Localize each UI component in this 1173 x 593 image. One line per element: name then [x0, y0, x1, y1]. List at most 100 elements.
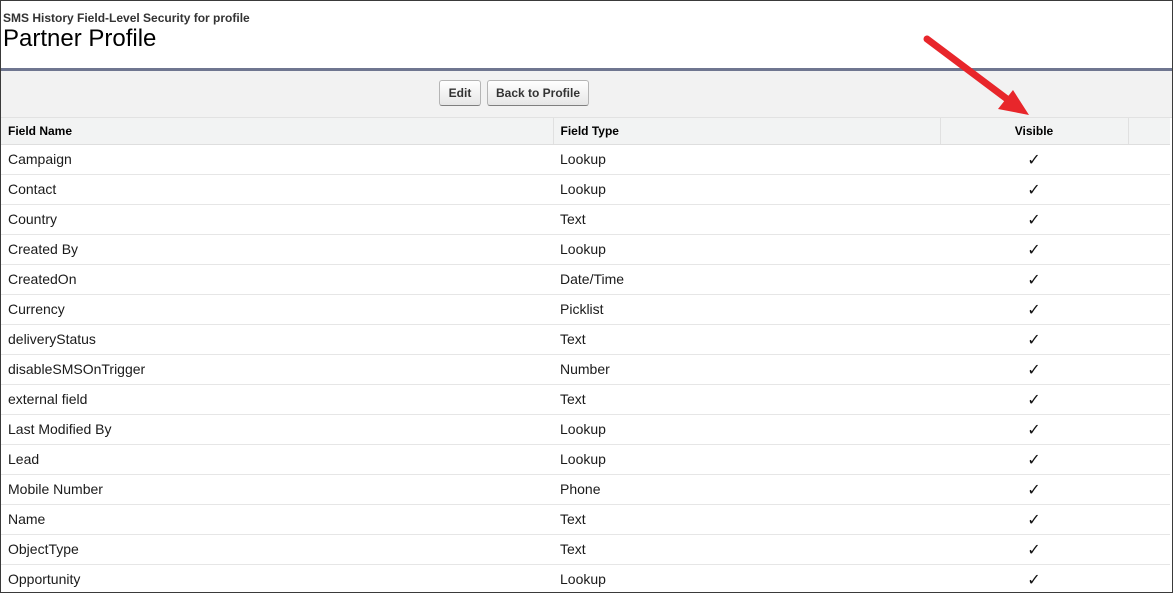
field-type-cell: Text: [553, 204, 940, 235]
field-type-cell: Text: [553, 504, 940, 535]
table-row: Last Modified By Lookup ✓: [1, 414, 1170, 445]
column-header-field-name: Field Name: [1, 118, 554, 145]
page-title: Partner Profile: [3, 25, 157, 52]
table-row: Name Text ✓: [1, 504, 1170, 535]
table-row: ObjectType Text ✓: [1, 534, 1170, 565]
page-header: SMS History Field-Level Security for pro…: [1, 1, 1172, 71]
table-row: disableSMSOnTrigger Number ✓: [1, 354, 1170, 385]
field-name-cell: CreatedOn: [1, 264, 553, 295]
visible-cell: ✓: [940, 444, 1128, 475]
checkmark-icon: ✓: [1027, 299, 1041, 319]
field-name-cell: Country: [1, 204, 553, 235]
field-type-cell: Lookup: [553, 414, 940, 445]
page-subtitle: SMS History Field-Level Security for pro…: [3, 11, 250, 25]
spacer-cell: [1128, 324, 1170, 355]
visible-cell: ✓: [940, 324, 1128, 355]
checkmark-icon: ✓: [1027, 539, 1041, 559]
table-row: Campaign Lookup ✓: [1, 144, 1170, 175]
table-row: CreatedOn Date/Time ✓: [1, 264, 1170, 295]
checkmark-icon: ✓: [1027, 149, 1041, 169]
spacer-cell: [1128, 534, 1170, 565]
field-name-cell: Currency: [1, 294, 553, 325]
checkmark-icon: ✓: [1027, 209, 1041, 229]
field-type-cell: Lookup: [553, 234, 940, 265]
visible-cell: ✓: [940, 384, 1128, 415]
field-name-cell: Created By: [1, 234, 553, 265]
field-type-cell: Text: [553, 324, 940, 355]
field-type-cell: Lookup: [553, 174, 940, 205]
field-type-cell: Picklist: [553, 294, 940, 325]
column-header-visible: Visible: [940, 118, 1129, 145]
spacer-cell: [1128, 294, 1170, 325]
checkmark-icon: ✓: [1027, 359, 1041, 379]
checkmark-icon: ✓: [1027, 269, 1041, 289]
visible-cell: ✓: [940, 234, 1128, 265]
spacer-cell: [1128, 354, 1170, 385]
visible-cell: ✓: [940, 414, 1128, 445]
visible-cell: ✓: [940, 534, 1128, 565]
spacer-cell: [1128, 384, 1170, 415]
field-name-cell: external field: [1, 384, 553, 415]
spacer-cell: [1128, 564, 1170, 592]
field-name-cell: Contact: [1, 174, 553, 205]
checkmark-icon: ✓: [1027, 239, 1041, 259]
column-header-field-type: Field Type: [553, 118, 941, 145]
field-name-cell: Mobile Number: [1, 474, 553, 505]
field-type-cell: Date/Time: [553, 264, 940, 295]
field-type-cell: Text: [553, 534, 940, 565]
visible-cell: ✓: [940, 294, 1128, 325]
table-row: Contact Lookup ✓: [1, 174, 1170, 205]
field-security-table: Field Name Field Type Visible Campaign Lo…: [1, 118, 1170, 592]
visible-cell: ✓: [940, 564, 1128, 592]
visible-cell: ✓: [940, 204, 1128, 235]
field-name-cell: Last Modified By: [1, 414, 553, 445]
page-frame: SMS History Field-Level Security for pro…: [0, 0, 1173, 593]
field-type-cell: Lookup: [553, 564, 940, 592]
table-row: Currency Picklist ✓: [1, 294, 1170, 325]
visible-cell: ✓: [940, 264, 1128, 295]
field-name-cell: deliveryStatus: [1, 324, 553, 355]
spacer-cell: [1128, 264, 1170, 295]
field-name-cell: Lead: [1, 444, 553, 475]
edit-button[interactable]: Edit: [439, 80, 481, 106]
table-row: Mobile Number Phone ✓: [1, 474, 1170, 505]
table-row: Country Text ✓: [1, 204, 1170, 235]
visible-cell: ✓: [940, 144, 1128, 175]
spacer-cell: [1128, 144, 1170, 175]
spacer-cell: [1128, 234, 1170, 265]
checkmark-icon: ✓: [1027, 479, 1041, 499]
field-name-cell: disableSMSOnTrigger: [1, 354, 553, 385]
visible-cell: ✓: [940, 504, 1128, 535]
checkmark-icon: ✓: [1027, 179, 1041, 199]
checkmark-icon: ✓: [1027, 389, 1041, 409]
checkmark-icon: ✓: [1027, 509, 1041, 529]
table-row: external field Text ✓: [1, 384, 1170, 415]
button-bar: Edit Back to Profile: [1, 71, 1172, 118]
table-row: Created By Lookup ✓: [1, 234, 1170, 265]
spacer-cell: [1128, 444, 1170, 475]
visible-cell: ✓: [940, 474, 1128, 505]
field-name-cell: Campaign: [1, 144, 553, 175]
back-to-profile-button[interactable]: Back to Profile: [487, 80, 589, 106]
field-name-cell: ObjectType: [1, 534, 553, 565]
table-row: deliveryStatus Text ✓: [1, 324, 1170, 355]
spacer-cell: [1128, 474, 1170, 505]
spacer-cell: [1128, 504, 1170, 535]
checkmark-icon: ✓: [1027, 419, 1041, 439]
visible-cell: ✓: [940, 174, 1128, 205]
column-header-spacer: [1128, 118, 1170, 145]
field-type-cell: Lookup: [553, 444, 940, 475]
spacer-cell: [1128, 414, 1170, 445]
field-type-cell: Number: [553, 354, 940, 385]
table-row: Lead Lookup ✓: [1, 444, 1170, 475]
table-header-row: Field Name Field Type Visible: [1, 118, 1170, 145]
checkmark-icon: ✓: [1027, 449, 1041, 469]
spacer-cell: [1128, 204, 1170, 235]
field-name-cell: Opportunity: [1, 564, 553, 592]
checkmark-icon: ✓: [1027, 329, 1041, 349]
visible-cell: ✓: [940, 354, 1128, 385]
field-name-cell: Name: [1, 504, 553, 535]
field-type-cell: Lookup: [553, 144, 940, 175]
table-row: Opportunity Lookup ✓: [1, 564, 1170, 592]
spacer-cell: [1128, 174, 1170, 205]
